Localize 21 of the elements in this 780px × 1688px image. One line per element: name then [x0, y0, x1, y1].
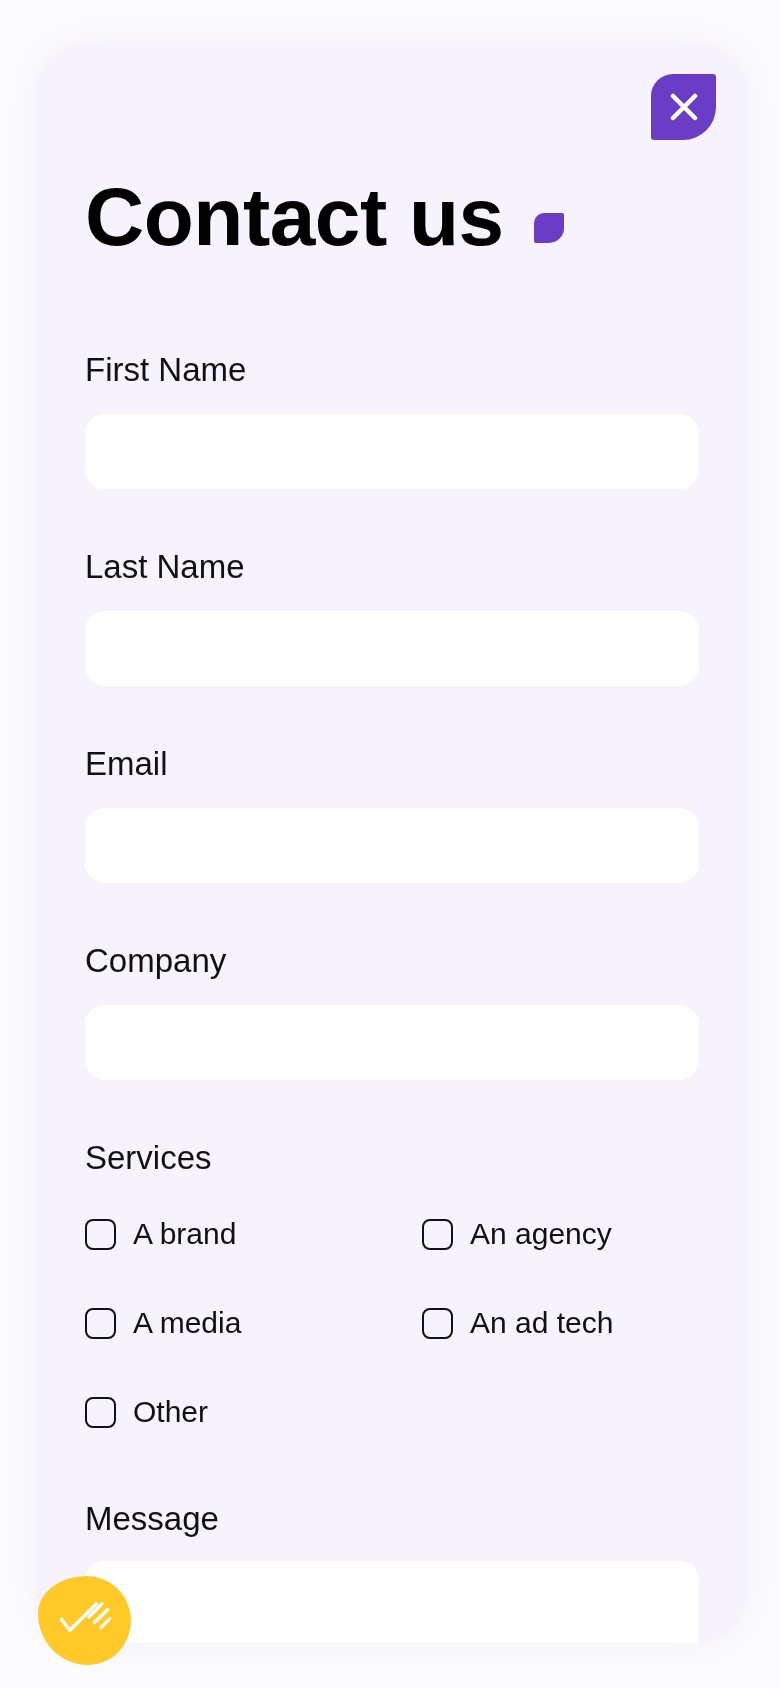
dialog-title: Contact us [85, 176, 504, 258]
check-icon [57, 1599, 114, 1634]
checkbox-label: An agency [470, 1216, 612, 1252]
close-icon [669, 93, 698, 121]
field-label: Company [85, 941, 227, 981]
field-label: Services [85, 1138, 212, 1178]
message-field[interactable] [85, 1561, 699, 1643]
checkbox-label: An ad tech [470, 1305, 614, 1341]
field-label: First Name [85, 350, 247, 390]
close-button[interactable] [651, 74, 716, 140]
checkbox-label: A media [133, 1305, 242, 1341]
checkbox[interactable] [85, 1218, 116, 1250]
checkbox[interactable] [422, 1218, 453, 1250]
field-label: Last Name [85, 547, 245, 587]
field-label: Email [85, 744, 168, 784]
checkbox[interactable] [422, 1307, 453, 1339]
checkbox-label: Other [133, 1394, 209, 1430]
checkbox-label: A brand [133, 1216, 237, 1252]
checkbox[interactable] [85, 1396, 116, 1428]
field-label: Message [85, 1499, 219, 1539]
checkbox[interactable] [85, 1307, 116, 1339]
